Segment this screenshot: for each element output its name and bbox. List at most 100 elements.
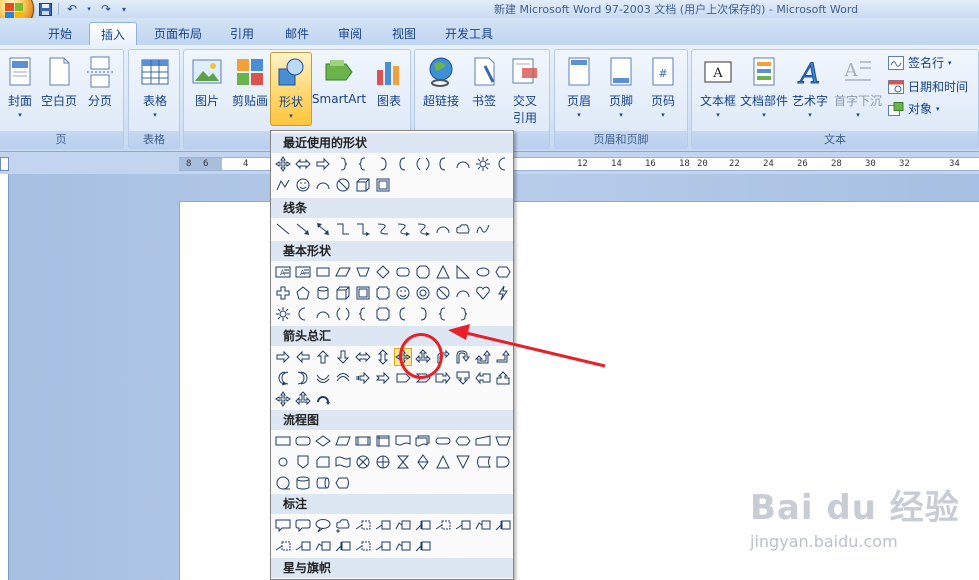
moon-shape-icon[interactable] [494,155,512,173]
curvedr-shape-icon[interactable] [274,369,292,387]
bracket-shape-icon[interactable] [394,305,412,323]
sun-shape-icon[interactable] [274,305,292,323]
seqaccess-shape-icon[interactable] [274,474,292,492]
arc-shape-icon[interactable] [454,284,472,302]
larrow-shape-icon[interactable] [294,348,312,366]
plaque-shape-icon[interactable] [374,305,392,323]
smartart-button[interactable]: SmartArt [312,56,366,106]
notchedr-shape-icon[interactable] [374,369,392,387]
vertical-ruler[interactable] [0,174,9,580]
customize-qat-icon[interactable]: ▾ [119,2,129,17]
curvea-shape-icon[interactable] [414,220,432,238]
magdisk-shape-icon[interactable] [294,474,312,492]
linecallout-shape-icon[interactable] [274,537,292,555]
sumjunc-shape-icon[interactable] [354,453,372,471]
curvedl-shape-icon[interactable] [294,369,312,387]
rbracket-shape-icon[interactable] [414,305,432,323]
bordercallout-shape-icon[interactable] [494,516,512,534]
blank-page-button[interactable]: 空白页 [39,56,79,109]
tab-insert[interactable]: 插入 [89,22,137,45]
heart-shape-icon[interactable] [474,284,492,302]
or-shape-icon[interactable] [374,453,392,471]
elbow-shape-icon[interactable] [334,220,352,238]
lruarrow-shape-icon[interactable] [294,390,312,408]
extract-shape-icon[interactable] [434,453,452,471]
curvedd-shape-icon[interactable] [334,369,352,387]
tab-mailings[interactable]: 邮件 [277,22,317,45]
curve-shape-icon[interactable] [374,220,392,238]
lcallout-shape-icon[interactable] [474,369,492,387]
dbrace-shape-icon[interactable] [334,305,352,323]
undo-dropdown-icon[interactable]: ▾ [85,2,93,17]
altproc-shape-icon[interactable] [294,432,312,450]
page-break-button[interactable]: 分页 [83,56,117,109]
arc-shape-icon[interactable] [314,176,332,194]
darrow-shape-icon[interactable] [334,348,352,366]
stored-shape-icon[interactable] [474,453,492,471]
picture-button[interactable]: 图片 [190,56,224,109]
tab-review[interactable]: 审阅 [330,22,370,45]
cross-shape-icon[interactable] [274,284,292,302]
cloudcallout-shape-icon[interactable] [334,516,352,534]
tab-developer[interactable]: 开发工具 [437,22,501,45]
para-shape-icon[interactable] [334,263,352,281]
dcallout-shape-icon[interactable] [454,369,472,387]
tab-view[interactable]: 视图 [384,22,424,45]
signature-line-button[interactable]: 签名行 ▾ [888,54,952,71]
header-button[interactable]: 页眉 ▾ [561,56,597,119]
oct-shape-icon[interactable] [414,263,432,281]
clipart-button[interactable]: 剪贴画 [230,56,270,109]
rrectcallout-shape-icon[interactable] [294,516,312,534]
linecallout3-shape-icon[interactable] [474,516,492,534]
predef-shape-icon[interactable] [354,432,372,450]
bookmark-button[interactable]: 书签 [467,56,501,109]
cube-shape-icon[interactable] [354,176,372,194]
ellipse-shape-icon[interactable] [474,263,492,281]
scribble-shape-icon[interactable] [474,220,492,238]
linecallout-shape-icon[interactable] [354,516,372,534]
card-shape-icon[interactable] [314,453,332,471]
bordercallout-shape-icon[interactable] [414,516,432,534]
linecallout2-shape-icon[interactable] [294,537,312,555]
bordercallout-shape-icon[interactable] [414,537,432,555]
offpage-shape-icon[interactable] [294,453,312,471]
plaque-shape-icon[interactable] [374,284,392,302]
ucallout-shape-icon[interactable] [494,369,512,387]
wordart-button[interactable]: A 艺术字 ▾ [790,56,830,120]
directaccess-shape-icon[interactable] [314,474,332,492]
frame-shape-icon[interactable] [374,176,392,194]
collate-shape-icon[interactable] [394,453,412,471]
hex-shape-icon[interactable] [494,263,512,281]
pent-shape-icon[interactable] [294,284,312,302]
tab-selector[interactable] [0,157,9,171]
curvedu-shape-icon[interactable] [314,369,332,387]
rrect-shape-icon[interactable] [394,263,412,281]
arc-shape-icon[interactable] [314,305,332,323]
rect-shape-icon[interactable] [314,263,332,281]
conn-shape-icon[interactable] [274,453,292,471]
rarrow-shape-icon[interactable] [274,348,292,366]
dbrace-shape-icon[interactable] [414,155,432,173]
bracket-shape-icon[interactable] [434,155,452,173]
document-shape-icon[interactable] [394,432,412,450]
stripedr-shape-icon[interactable] [354,369,372,387]
tape-shape-icon[interactable] [334,453,352,471]
decision-shape-icon[interactable] [314,432,332,450]
textbox-shape-icon[interactable]: A [294,263,312,281]
freeform-shape-icon[interactable] [274,176,292,194]
smile-shape-icon[interactable] [294,176,312,194]
tri-shape-icon[interactable] [434,263,452,281]
linecallout2-shape-icon[interactable] [454,516,472,534]
quadarrow-shape-icon[interactable] [274,390,292,408]
brace-shape-icon[interactable] [354,155,372,173]
curvea-shape-icon[interactable] [394,220,412,238]
rtri-shape-icon[interactable] [454,263,472,281]
object-button[interactable]: 对象 ▾ [888,100,940,117]
smile-shape-icon[interactable] [394,284,412,302]
rectcallout-shape-icon[interactable] [274,516,292,534]
internal-shape-icon[interactable] [374,432,392,450]
cover-button[interactable]: 封面 ▾ [3,56,37,119]
page-number-button[interactable]: # 页码 ▾ [645,56,681,119]
arc-shape-icon[interactable] [434,220,452,238]
can-shape-icon[interactable] [314,284,332,302]
